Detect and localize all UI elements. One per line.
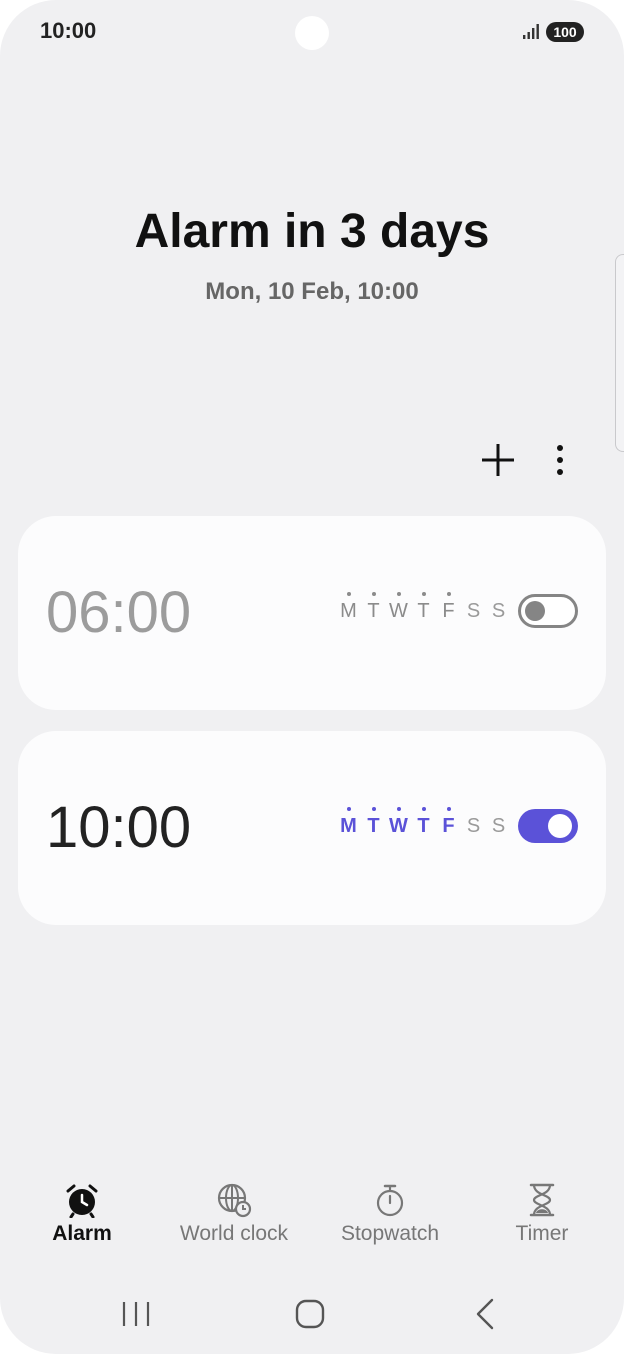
page-title: Alarm in 3 days [134, 205, 490, 258]
day-label: W [389, 807, 408, 837]
alarm-days: M T W T F S S [338, 807, 509, 838]
recent-apps-button[interactable] [114, 1294, 158, 1334]
day-label: M [338, 807, 359, 838]
day-label: S [491, 600, 506, 622]
toggle-knob [525, 601, 545, 621]
battery-icon: 100 [546, 22, 584, 42]
day-label: M [338, 592, 359, 623]
day-label: S [466, 600, 481, 622]
next-alarm-date: Mon, 10 Feb, 10:00 [205, 278, 419, 305]
alarm-time: 06:00 [46, 580, 192, 645]
globe-clock-icon [217, 1183, 252, 1218]
alarm-clock-icon [66, 1184, 98, 1218]
day-label: W [389, 592, 408, 622]
stopwatch-icon [376, 1184, 404, 1217]
alarm-days: M T W T F S S [338, 592, 509, 623]
alarm-time: 10:00 [46, 795, 192, 860]
day-label: T [363, 807, 384, 838]
alarm-card[interactable]: 10:00 M T W T F S S [18, 731, 606, 925]
camera-cutout [295, 16, 329, 50]
day-label: S [466, 815, 481, 837]
tab-label: Timer [515, 1222, 569, 1245]
day-label: F [438, 592, 459, 623]
tab-label: Stopwatch [340, 1222, 440, 1245]
tab-label: Alarm [52, 1222, 112, 1245]
back-icon [476, 1298, 494, 1330]
day-label: T [413, 592, 434, 623]
phone-screen: 10:00 100 Alarm in 3 days Mon, 10 Feb, 1… [0, 0, 624, 1354]
home-button[interactable] [288, 1294, 332, 1334]
tab-alarm[interactable]: Alarm [2, 1178, 162, 1258]
status-time: 10:00 [40, 18, 97, 43]
day-label: T [363, 592, 384, 623]
hourglass-icon [529, 1183, 555, 1217]
plus-icon [482, 444, 514, 476]
recents-icon [122, 1302, 150, 1326]
back-button[interactable] [464, 1294, 508, 1334]
tab-world-clock[interactable]: World clock [154, 1178, 314, 1258]
alarm-toggle[interactable] [518, 594, 578, 628]
day-label: F [438, 807, 459, 838]
alarm-toggle[interactable] [518, 809, 578, 843]
signal-icon [523, 24, 539, 39]
more-options-button[interactable] [548, 440, 572, 480]
home-icon [295, 1299, 325, 1329]
day-label: T [413, 807, 434, 838]
day-label: S [491, 815, 506, 837]
tab-label: World clock [179, 1222, 289, 1245]
add-alarm-button[interactable] [478, 440, 518, 480]
tab-stopwatch[interactable]: Stopwatch [310, 1178, 470, 1258]
toggle-knob [548, 814, 572, 838]
tab-timer[interactable]: Timer [462, 1178, 622, 1258]
alarm-card[interactable]: 06:00 M T W T F S S [18, 516, 606, 710]
more-vertical-icon [557, 445, 563, 475]
